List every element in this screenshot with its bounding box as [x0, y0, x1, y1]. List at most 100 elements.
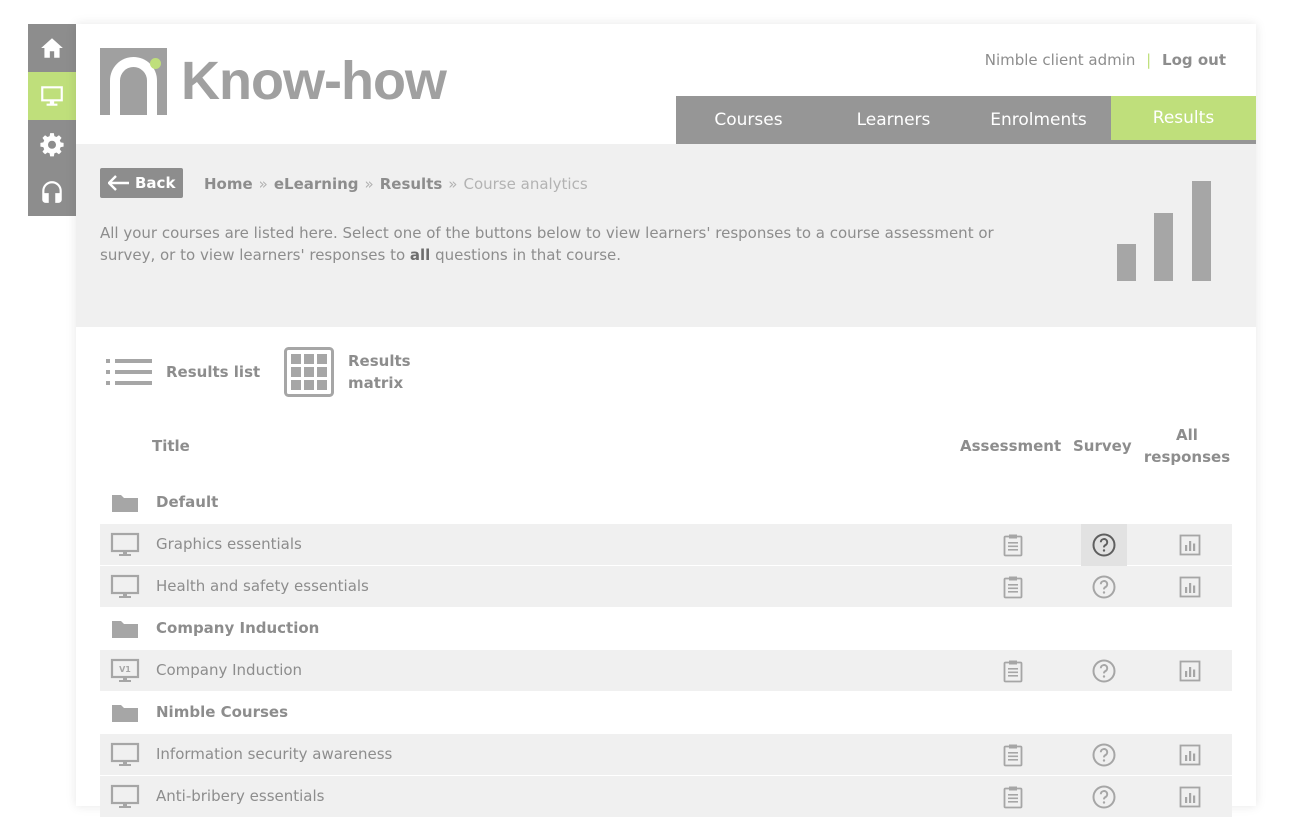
question-circle-icon — [1092, 575, 1116, 599]
bar-chart-icon — [1179, 744, 1201, 766]
bar-chart-icon — [1117, 181, 1212, 281]
intro-text-end: questions in that course. — [430, 246, 622, 264]
survey-results-button[interactable] — [1081, 734, 1127, 776]
breadcrumb-separator: » — [448, 175, 458, 193]
arrow-left-icon — [108, 175, 129, 191]
results-list-button[interactable]: Results list — [106, 357, 260, 387]
results-matrix-label-line2: matrix — [348, 374, 404, 392]
sidebar-home-button[interactable] — [28, 24, 76, 72]
monitor-icon — [41, 86, 63, 106]
all-responses-button[interactable] — [1165, 734, 1215, 776]
assessment-results-button[interactable] — [988, 734, 1038, 776]
main-nav: Courses Learners Enrolments Results — [676, 96, 1256, 144]
bar-chart-icon — [1179, 786, 1201, 808]
monitor-icon — [110, 784, 140, 808]
course-row: Health and safety essentials — [100, 566, 1232, 608]
breadcrumb-separator: » — [258, 175, 268, 193]
grid-icon — [284, 347, 334, 397]
column-header-title: Title — [152, 437, 190, 455]
version-label: V1 — [119, 665, 131, 674]
course-icon-wrap: V1 — [110, 658, 140, 684]
folder-icon — [112, 495, 138, 512]
bar-chart-icon — [1179, 660, 1201, 682]
list-icon — [106, 359, 152, 385]
user-area: Nimble client admin | Log out — [985, 51, 1226, 69]
folder-icon-wrap — [110, 490, 140, 516]
logout-link[interactable]: Log out — [1162, 51, 1226, 69]
course-name: Graphics essentials — [156, 535, 302, 553]
column-header-all-responses: All responses — [1142, 424, 1232, 468]
course-row: V1 Company Induction — [100, 650, 1232, 692]
category-row: Company Induction — [100, 608, 1232, 650]
bar-chart-icon — [1179, 534, 1201, 556]
page-banner: Back Home » eLearning » Results » Course analy… — [76, 144, 1256, 327]
monitor-icon — [110, 742, 140, 766]
assessment-results-button[interactable] — [988, 566, 1038, 608]
category-name: Company Induction — [156, 619, 320, 637]
clipboard-icon — [1003, 744, 1023, 767]
survey-results-button[interactable] — [1081, 776, 1127, 818]
user-name: Nimble client admin — [984, 51, 1136, 69]
category-row: Nimble Courses — [100, 692, 1232, 734]
course-icon-wrap — [110, 742, 140, 768]
survey-results-button[interactable] — [1081, 524, 1127, 566]
monitor-v1-icon: V1 — [110, 658, 140, 682]
question-circle-icon — [1092, 533, 1116, 557]
course-name: Information security awareness — [156, 745, 393, 763]
sidebar-settings-button[interactable] — [28, 120, 76, 168]
question-circle-icon — [1092, 743, 1116, 767]
breadcrumb-current: Course analytics — [463, 175, 588, 193]
question-circle-icon — [1092, 785, 1116, 809]
column-header-survey: Survey — [1073, 437, 1132, 455]
intro-text: All your courses are listed here. Select… — [100, 222, 1020, 266]
tab-results[interactable]: Results — [1111, 96, 1256, 144]
breadcrumb-elearning[interactable]: eLearning — [274, 175, 359, 193]
course-icon-wrap — [110, 574, 140, 600]
back-button-label: Back — [135, 174, 176, 192]
course-row: Graphics essentials — [100, 524, 1232, 566]
breadcrumb-separator: » — [364, 175, 374, 193]
clipboard-icon — [1003, 660, 1023, 683]
bar-chart-icon — [1179, 576, 1201, 598]
results-list-label: Results list — [166, 363, 261, 381]
assessment-results-button[interactable] — [988, 776, 1038, 818]
breadcrumb-results[interactable]: Results — [380, 175, 443, 193]
all-responses-button[interactable] — [1165, 776, 1215, 818]
all-responses-button[interactable] — [1165, 524, 1215, 566]
assessment-results-button[interactable] — [988, 650, 1038, 692]
column-header-all-line2: responses — [1143, 448, 1231, 466]
user-separator: | — [1146, 51, 1152, 69]
results-matrix-button[interactable]: Results matrix — [284, 347, 411, 397]
monitor-icon — [110, 574, 140, 598]
clipboard-icon — [1003, 786, 1023, 809]
tab-courses[interactable]: Courses — [676, 96, 821, 144]
table-header: Title Assessment Survey All responses — [100, 424, 1232, 482]
monitor-icon — [110, 532, 140, 556]
results-table: Title Assessment Survey All responses Def… — [100, 424, 1232, 818]
sidebar-elearning-button[interactable] — [28, 72, 76, 120]
table-body: Default Graphics essentials Health and saf… — [100, 482, 1232, 818]
folder-icon — [112, 621, 138, 638]
folder-icon — [112, 705, 138, 722]
back-button[interactable]: Back — [100, 168, 184, 198]
assessment-results-button[interactable] — [988, 524, 1038, 566]
category-name: Default — [156, 493, 219, 511]
course-name: Health and safety essentials — [156, 577, 369, 595]
column-header-all-line1: All — [1176, 426, 1198, 444]
tab-enrolments[interactable]: Enrolments — [966, 96, 1111, 144]
survey-results-button[interactable] — [1081, 566, 1127, 608]
breadcrumb-home[interactable]: Home — [204, 175, 253, 193]
all-responses-button[interactable] — [1165, 566, 1215, 608]
all-responses-button[interactable] — [1165, 650, 1215, 692]
sidebar-support-button[interactable] — [28, 168, 76, 216]
logo[interactable]: Know-how — [100, 48, 447, 115]
home-icon — [41, 38, 63, 58]
clipboard-icon — [1003, 576, 1023, 599]
header: Know-how Nimble client admin | Log out C… — [76, 24, 1256, 144]
survey-results-button[interactable] — [1081, 650, 1127, 692]
course-icon-wrap — [110, 784, 140, 810]
tab-learners[interactable]: Learners — [821, 96, 966, 144]
course-row: Anti-bribery essentials — [100, 776, 1232, 818]
clipboard-icon — [1003, 534, 1023, 557]
course-name: Anti-bribery essentials — [156, 787, 325, 805]
